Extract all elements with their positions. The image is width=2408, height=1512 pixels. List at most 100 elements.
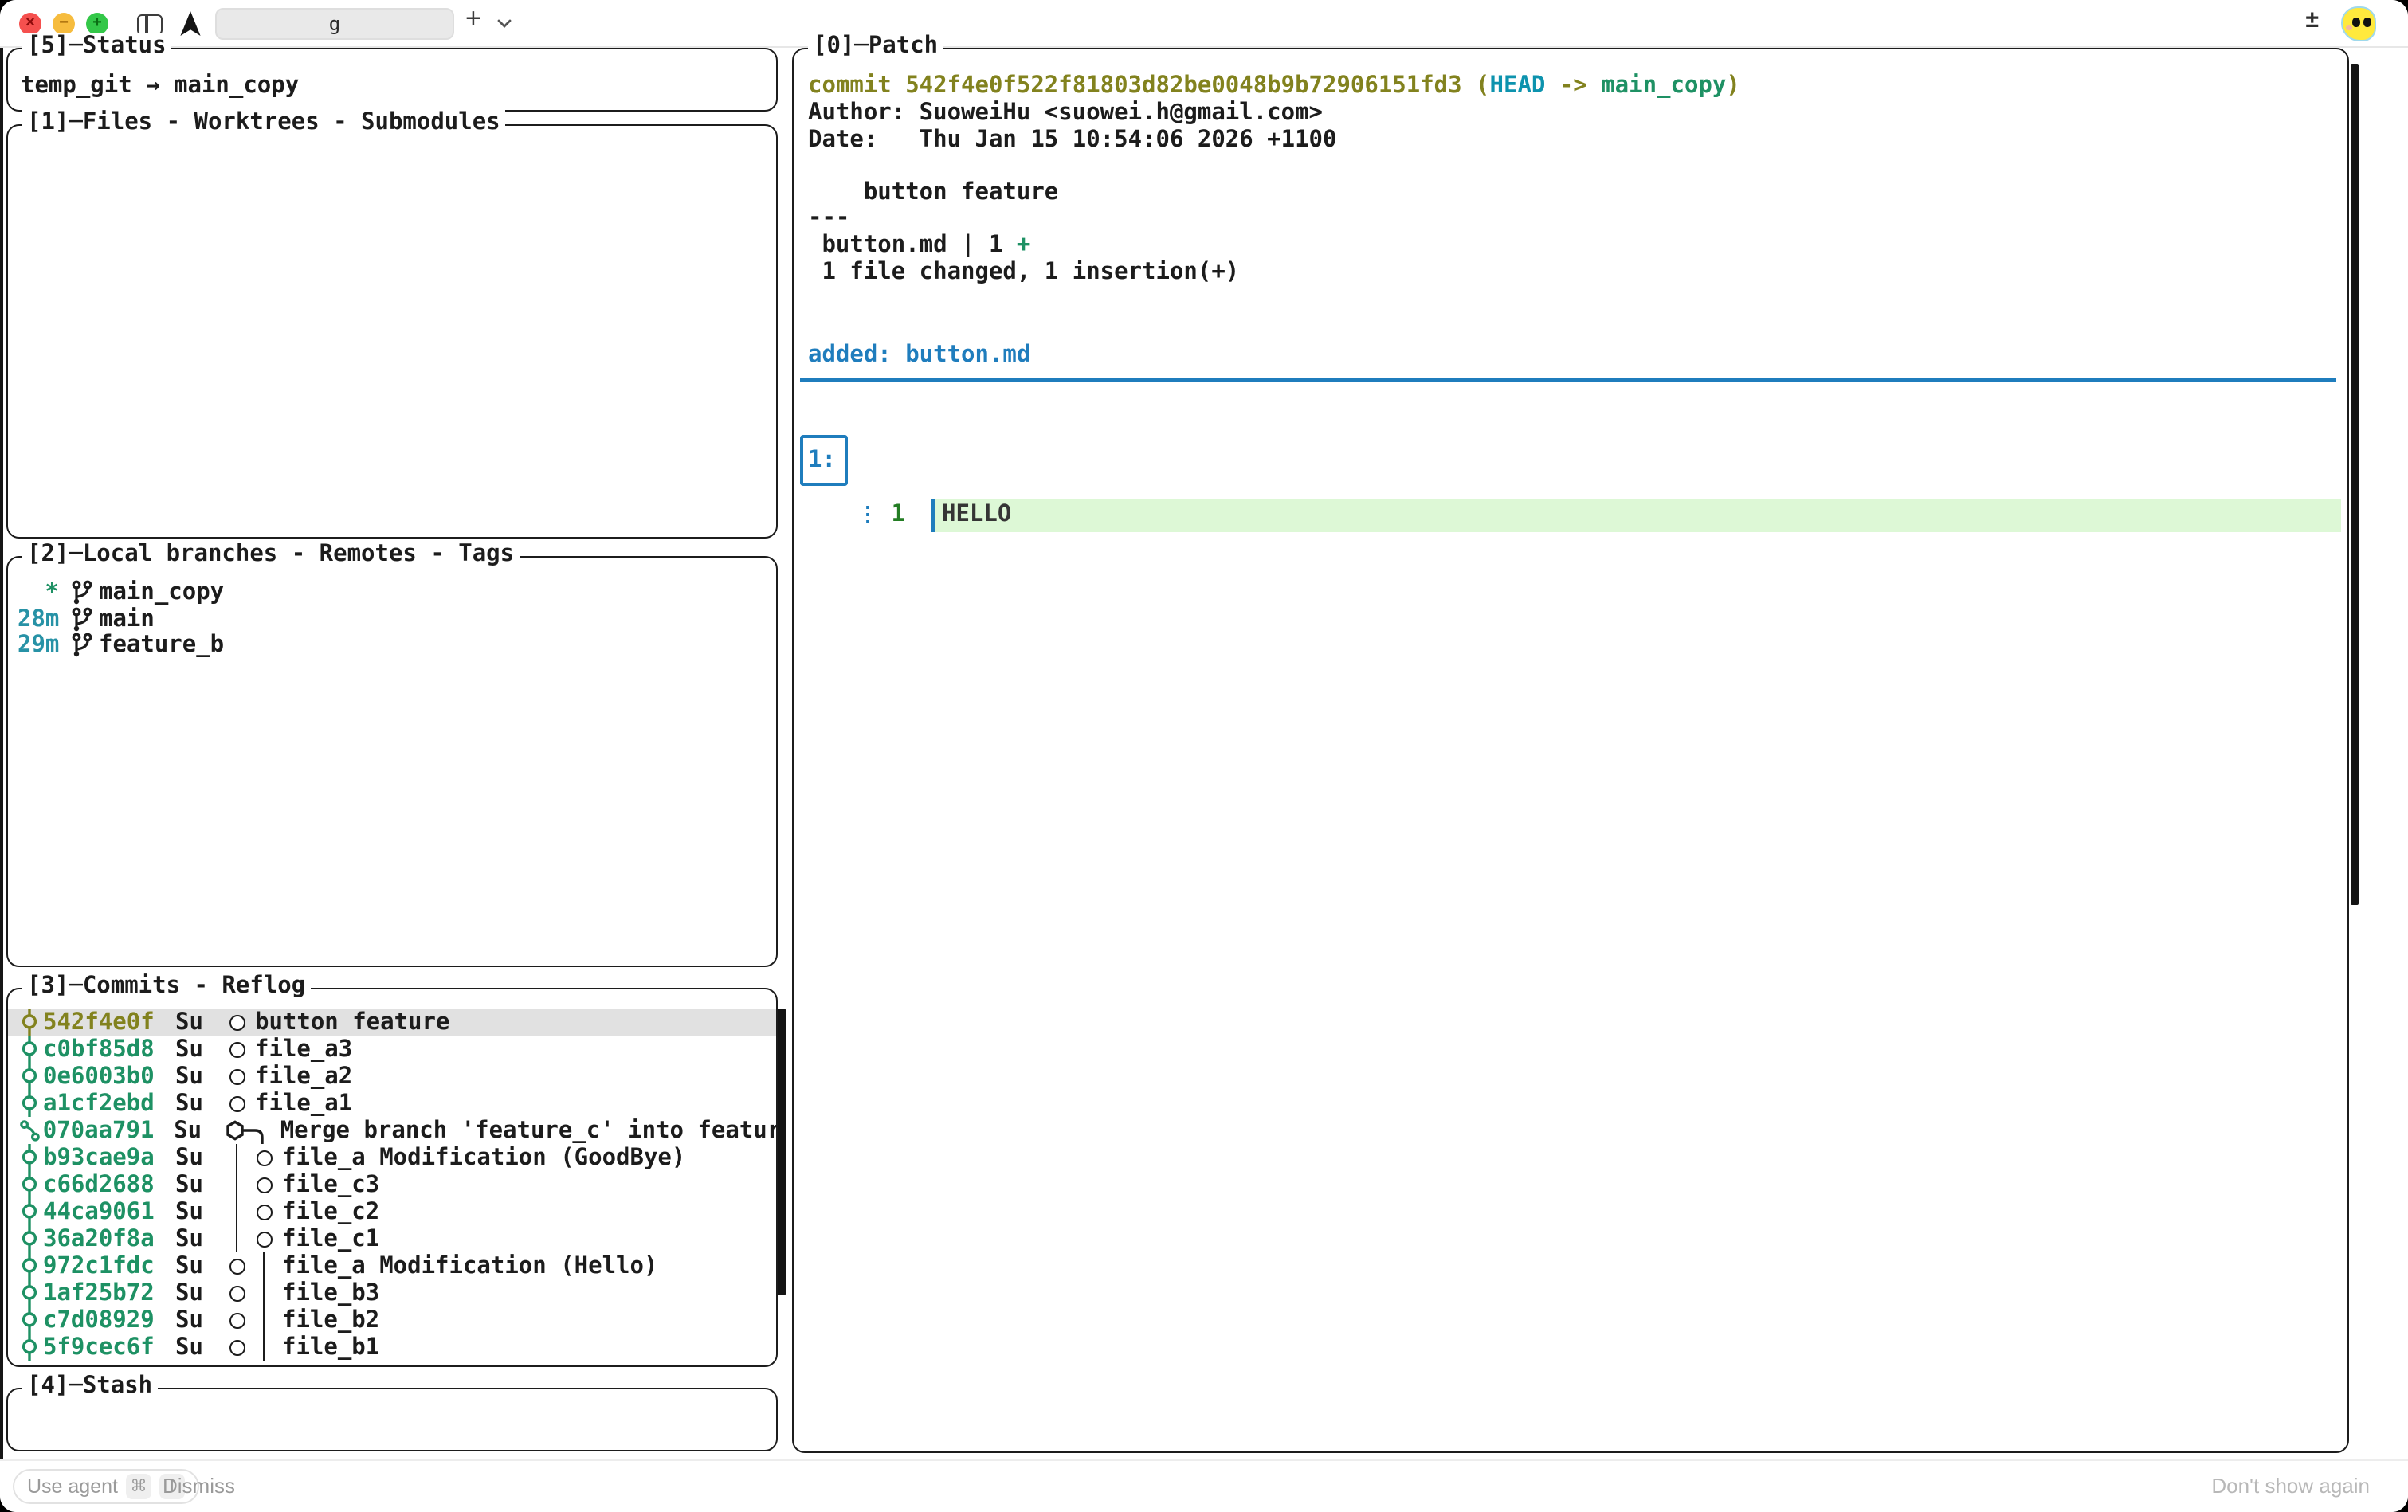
- stash-panel-title: [4]─Stash: [22, 1373, 157, 1399]
- commit-type-icon: [16, 1334, 43, 1361]
- commit-row[interactable]: 070aa791 Su Merge branch 'feature_c' int…: [8, 1117, 776, 1144]
- lazygit-content: [5]─Status temp_git → main_copy [1]─File…: [0, 48, 2408, 1459]
- commit-row[interactable]: 5f9cec6f Su file_b1: [8, 1334, 776, 1361]
- commits-panel[interactable]: [3]─Commits - Reflog 542f4e0f Su button …: [6, 988, 778, 1367]
- dismiss-button[interactable]: Dismiss: [163, 1474, 235, 1498]
- commit-row[interactable]: c66d2688 Su file_c3: [8, 1171, 776, 1198]
- patch-commit-line: commit 542f4e0f522f81803d82be0048b9b7290…: [808, 73, 2332, 100]
- branch-row[interactable]: * main_copy: [8, 580, 776, 606]
- app-window-scale: × − + g + ± [5]─Status temp_git → main_c…: [0, 0, 2408, 1512]
- patch-separator: [800, 378, 2336, 382]
- diff-gutter-bar: [931, 499, 935, 532]
- commit-row[interactable]: 36a20f8a Su file_c1: [8, 1225, 776, 1252]
- commit-hash: 5f9cec6f: [43, 1334, 161, 1360]
- patch-summary-line: 1 file changed, 1 insertion(+): [808, 260, 2332, 287]
- close-icon[interactable]: ×: [19, 13, 41, 35]
- graph-branch-line: [262, 1252, 265, 1279]
- branch-icon: [70, 633, 92, 659]
- branch-recency: 28m: [18, 607, 59, 633]
- patch-scrollbar[interactable]: [2350, 64, 2359, 905]
- graph-commit-node: [229, 1095, 245, 1111]
- commit-type-icon: [16, 1306, 43, 1334]
- sidebar-toggle-icon[interactable]: [137, 14, 163, 35]
- patch-added-file-line: added: button.md: [808, 343, 2332, 370]
- graph-cell: [223, 1063, 250, 1090]
- graph-commit-node: [256, 1231, 272, 1247]
- branch-icon: [70, 607, 92, 633]
- stash-panel[interactable]: [4]─Stash: [6, 1388, 778, 1451]
- commit-author: Su: [175, 1307, 217, 1333]
- patch-panel[interactable]: [0]─Patch commit 542f4e0f522f81803d82be0…: [792, 48, 2349, 1453]
- graph-commit-node: [229, 1339, 245, 1355]
- graph-cell: [223, 1225, 250, 1252]
- commit-row[interactable]: 0e6003b0 Su file_a2: [8, 1063, 776, 1090]
- branch-list: * main_copy 28m main 29m feature_b: [8, 558, 776, 659]
- commit-hash: c0bf85d8: [43, 1036, 161, 1062]
- graph-branch-line: [262, 1334, 265, 1361]
- commit-row[interactable]: a1cf2ebd Su file_a1: [8, 1090, 776, 1117]
- graph-branch-line: [235, 1144, 237, 1171]
- graph-cell: [250, 1279, 277, 1306]
- branch-icon: [70, 581, 92, 606]
- commit-graph: [223, 1171, 277, 1198]
- graph-commit-node: [256, 1177, 272, 1193]
- font-size-toggle-button[interactable]: ±: [2306, 6, 2319, 33]
- graph-cell: [250, 1198, 277, 1225]
- graph-commit-node: [229, 1285, 245, 1301]
- terminal-window: × − + g + ± [5]─Status temp_git → main_c…: [0, 0, 2408, 1512]
- commit-hash: 36a20f8a: [43, 1226, 161, 1252]
- commit-author: Su: [175, 1036, 217, 1062]
- commit-hash: 972c1fdc: [43, 1253, 161, 1279]
- diff-line-content: HELLO: [942, 500, 1011, 531]
- diff-new-lineno: 1: [877, 500, 905, 531]
- commit-message: file_b2: [282, 1307, 379, 1333]
- branches-panel-title: [2]─Local branches - Remotes - Tags: [22, 542, 519, 567]
- minimize-icon[interactable]: −: [53, 13, 75, 35]
- graph-branch-line: [262, 1279, 265, 1306]
- avatar-blush: [2346, 25, 2352, 29]
- graph-cell: [250, 1225, 277, 1252]
- graph-commit-node: [229, 1258, 245, 1274]
- bottombar: Use agent ⌘ I Dismiss Don't show again: [0, 1459, 2408, 1512]
- commit-graph: [223, 1252, 277, 1279]
- diff-added-line[interactable]: ⋮ 1 HELLO: [794, 500, 2347, 531]
- warp-logo-icon: [178, 11, 202, 37]
- commit-author: Su: [175, 1226, 217, 1252]
- graph-cell: [250, 1252, 277, 1279]
- branches-panel[interactable]: [2]─Local branches - Remotes - Tags * ma…: [6, 556, 778, 967]
- files-panel[interactable]: [1]─Files - Worktrees - Submodules: [6, 124, 778, 539]
- terminal-tab[interactable]: g: [215, 8, 454, 40]
- commit-hash: b93cae9a: [43, 1145, 161, 1170]
- status-panel[interactable]: [5]─Status temp_git → main_copy: [6, 48, 778, 112]
- commit-author: Su: [175, 1172, 217, 1197]
- dont-show-again-button[interactable]: Don't show again: [2211, 1474, 2370, 1498]
- patch-divider: ---: [808, 206, 2332, 233]
- hunk-number-box[interactable]: 1:: [800, 435, 848, 486]
- graph-cell: [223, 1334, 250, 1361]
- commit-row[interactable]: 972c1fdc Su file_a Modification (Hello): [8, 1252, 776, 1279]
- new-tab-button[interactable]: +: [465, 3, 481, 35]
- graph-cell: [250, 1144, 277, 1171]
- commit-row[interactable]: c7d08929 Su file_b2: [8, 1306, 776, 1334]
- branch-row[interactable]: 29m feature_b: [8, 633, 776, 659]
- avatar[interactable]: [2341, 6, 2376, 41]
- zoom-icon[interactable]: +: [86, 13, 108, 35]
- branch-row[interactable]: 28m main: [8, 606, 776, 633]
- commit-message: Merge branch 'feature_c' into featur: [280, 1118, 776, 1143]
- commit-graph: [223, 1225, 277, 1252]
- commit-row[interactable]: b93cae9a Su file_a Modification (GoodBye…: [8, 1144, 776, 1171]
- commit-type-icon: [16, 1171, 43, 1198]
- commit-row[interactable]: 44ca9061 Su file_c2: [8, 1198, 776, 1225]
- commit-type-icon: [16, 1198, 43, 1225]
- commit-row[interactable]: 1af25b72 Su file_b3: [8, 1279, 776, 1306]
- commits-scrollbar[interactable]: [777, 1009, 786, 1295]
- graph-cell: [223, 1279, 250, 1306]
- commit-row[interactable]: c0bf85d8 Su file_a3: [8, 1036, 776, 1063]
- commit-type-icon: [16, 1252, 43, 1279]
- commit-row[interactable]: 542f4e0f Su button feature: [8, 1009, 776, 1036]
- branch-ref: main_copy: [1601, 73, 1726, 99]
- commit-hash: c7d08929: [43, 1307, 161, 1333]
- chevron-down-icon[interactable]: [497, 19, 512, 29]
- cmd-keycap: ⌘: [126, 1474, 151, 1499]
- graph-cell: [223, 1252, 250, 1279]
